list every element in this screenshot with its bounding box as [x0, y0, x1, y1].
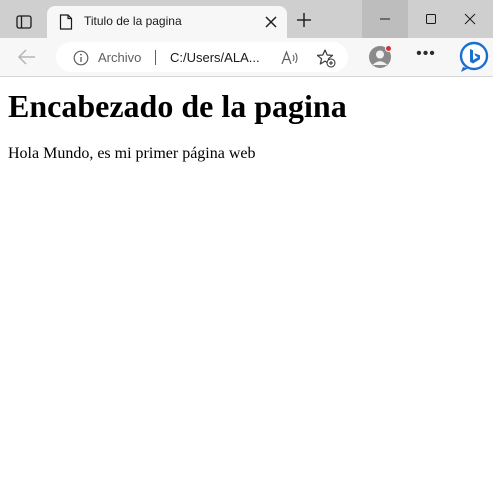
minimize-icon [380, 18, 390, 20]
minimize-button[interactable] [362, 0, 408, 38]
address-separator [155, 50, 156, 65]
browser-tab[interactable]: Titulo de la pagina [47, 6, 287, 38]
page-paragraph: Hola Mundo, es mi primer página web [8, 145, 256, 162]
close-tab-icon[interactable] [264, 15, 278, 29]
add-favorite-icon[interactable] [316, 48, 336, 68]
close-icon [464, 13, 476, 25]
profile-avatar-icon[interactable] [368, 45, 392, 69]
back-arrow-icon[interactable] [16, 47, 38, 67]
read-aloud-icon[interactable] [281, 50, 299, 66]
page-icon [59, 14, 73, 30]
maximize-icon [426, 14, 436, 24]
file-chip-label[interactable]: Archivo [98, 50, 141, 65]
tab-actions-icon[interactable] [8, 8, 40, 36]
page-content: Encabezado de la pagina Hola Mundo, es m… [8, 77, 488, 163]
browser-toolbar: Archivo C:/Users/ALA... ••• [0, 38, 493, 77]
info-icon[interactable] [73, 50, 89, 66]
new-tab-icon[interactable] [294, 10, 314, 30]
title-bar: Titulo de la pagina [0, 0, 493, 38]
address-bar[interactable]: Archivo C:/Users/ALA... [56, 42, 348, 72]
more-options-icon[interactable]: ••• [414, 44, 438, 68]
tab-title: Titulo de la pagina [84, 14, 182, 28]
bing-chat-icon[interactable] [458, 41, 490, 73]
page-heading: Encabezado de la pagina [8, 88, 347, 124]
url-text[interactable]: C:/Users/ALA... [170, 50, 260, 65]
close-window-button[interactable] [447, 0, 493, 38]
